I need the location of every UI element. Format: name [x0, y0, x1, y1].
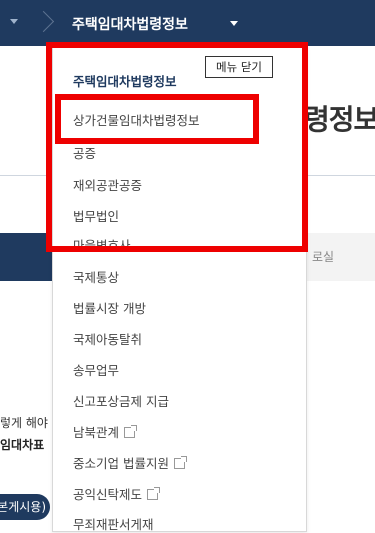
menu-item-sme-legal-support[interactable]: 중소기업 법률지원 [73, 453, 187, 472]
menu-item-inter-korean[interactable]: 남북관계 [73, 422, 138, 441]
menu-item-international-trade[interactable]: 국제통상 [73, 267, 119, 286]
annotation-highlight-target [55, 94, 259, 144]
notice-badge[interactable]: 본게시용) [0, 494, 50, 520]
top-navigation-bar: 주택임대차법령정보 [0, 0, 375, 46]
external-link-icon [147, 487, 161, 500]
body-text: 렇게 해야 [0, 416, 48, 430]
menu-item-child-abduction[interactable]: 국제아동탈취 [73, 329, 142, 348]
page-title: 령정보 [304, 103, 375, 136]
nav-current-section[interactable]: 주택임대차법령정보 [72, 14, 188, 34]
breadcrumb-separator-icon [32, 10, 55, 33]
tab-active-background [0, 233, 52, 281]
menu-item-litigation[interactable]: 송무업무 [73, 360, 119, 379]
menu-item-legal-market-opening[interactable]: 법률시장 개방 [73, 298, 146, 317]
menu-item-acquittal-publication[interactable]: 무죄재판서게재 [73, 514, 154, 533]
chevron-down-icon[interactable] [230, 21, 238, 26]
external-link-icon [173, 456, 187, 469]
chevron-down-icon[interactable] [10, 19, 18, 24]
body-text-bold: 임대차표 [0, 438, 45, 452]
menu-item-public-trust[interactable]: 공익신탁제도 [73, 484, 161, 503]
external-link-icon [124, 425, 138, 438]
annotation-highlight-outer [46, 42, 308, 252]
menu-item-reward-payment[interactable]: 신고포상금제 지급 [73, 391, 169, 410]
tab-label: 로실 [312, 250, 335, 264]
